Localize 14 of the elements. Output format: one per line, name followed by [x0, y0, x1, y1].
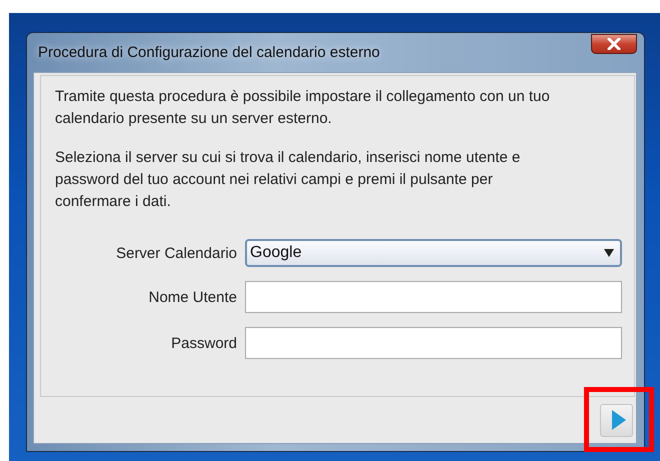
- field-label: Server Calendario: [115, 244, 237, 262]
- window-title: Procedura di Configurazione del calendario esterno: [37, 44, 380, 61]
- close-button[interactable]: [591, 34, 637, 54]
- username-field[interactable]: [245, 281, 622, 313]
- server-dropdown[interactable]: Google: [245, 239, 622, 267]
- field-label: Password: [170, 334, 237, 352]
- instruction-text: Tramite questa procedura è possibile impostare il collegamento con un tuo calendario presente su un server esterno.: [55, 87, 551, 129]
- next-button[interactable]: [600, 404, 633, 436]
- password-field[interactable]: [245, 327, 622, 359]
- close-icon: [607, 38, 621, 50]
- caret-icon: [604, 249, 614, 257]
- field-label: Nome Utente: [148, 288, 237, 306]
- play-icon: [610, 409, 626, 431]
- instruction-text: Seleziona il server su cui si trova il calendario, inserisci nome utente e password del tuo account nei relativi campi e premi il pulsante per confermare i dati.: [55, 148, 522, 212]
